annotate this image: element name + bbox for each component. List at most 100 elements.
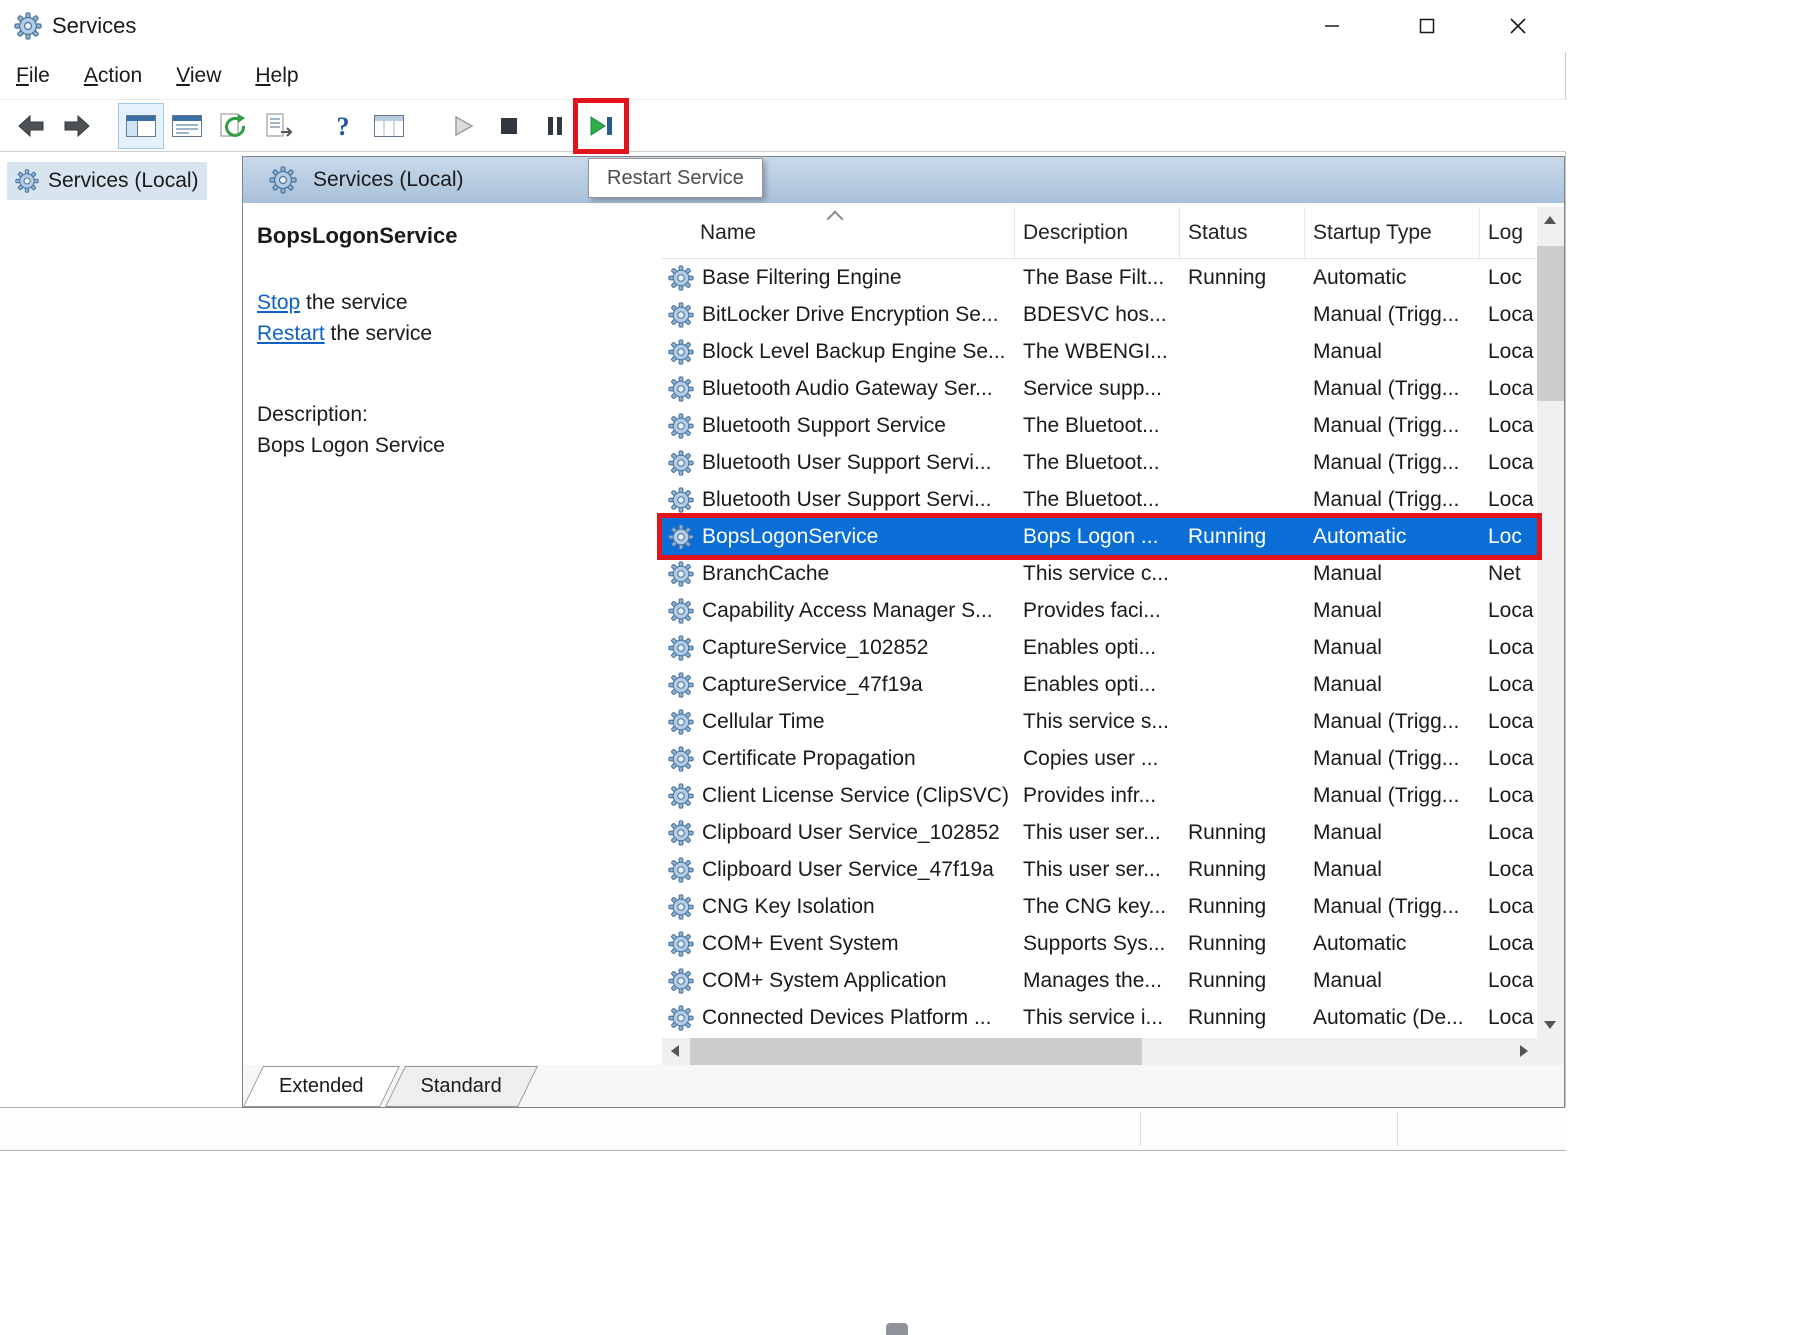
scroll-right-arrow-icon[interactable] (1510, 1038, 1537, 1065)
service-status: Running (1180, 888, 1305, 925)
service-startup-type: Manual (Trigg... (1305, 740, 1480, 777)
service-status (1180, 333, 1305, 370)
service-description: The CNG key... (1015, 888, 1180, 925)
service-startup-type: Manual (Trigg... (1305, 777, 1480, 814)
service-description: This service s... (1015, 703, 1180, 740)
service-row[interactable]: Bluetooth Audio Gateway Ser... Service s… (662, 370, 1537, 407)
service-row[interactable]: Clipboard User Service_47f19a This user … (662, 851, 1537, 888)
service-row[interactable]: COM+ Event System Supports Sys... Runnin… (662, 925, 1537, 962)
scroll-down-arrow-icon[interactable] (1537, 1011, 1564, 1038)
service-logon-as: Loca (1480, 592, 1537, 629)
view-tabs: Extended Standard (243, 1065, 1564, 1107)
column-header[interactable]: Description (1015, 207, 1180, 258)
view-menu-button[interactable] (366, 103, 412, 149)
service-row[interactable]: COM+ System Application Manages the... R… (662, 962, 1537, 999)
service-row[interactable]: CaptureService_47f19a Enables opti... Ma… (662, 666, 1537, 703)
service-logon-as: Loca (1480, 296, 1537, 333)
menu-item[interactable]: Help (255, 64, 298, 88)
column-header[interactable]: Log (1480, 207, 1537, 258)
service-row[interactable]: Certificate Propagation Copies user ... … (662, 740, 1537, 777)
restart-link-suffix: the service (325, 322, 432, 345)
service-row[interactable]: CaptureService_102852 Enables opti... Ma… (662, 629, 1537, 666)
service-description: Manages the... (1015, 962, 1180, 999)
view-tab[interactable]: Extended (253, 1065, 390, 1107)
window-title: Services (52, 13, 136, 39)
menu-item[interactable]: View (176, 64, 221, 88)
scroll-up-arrow-icon[interactable] (1537, 207, 1564, 234)
service-row[interactable]: Bluetooth Support Service The Bluetoot..… (662, 407, 1537, 444)
menu-item[interactable]: File (16, 64, 50, 88)
horizontal-scroll-thumb[interactable] (690, 1038, 1142, 1065)
service-status (1180, 555, 1305, 592)
service-status: Running (1180, 962, 1305, 999)
service-name-cell: Bluetooth User Support Servi... (662, 444, 1015, 481)
close-button[interactable] (1495, 0, 1541, 52)
service-status: Running (1180, 999, 1305, 1036)
restart-service-link[interactable]: Restart (257, 322, 325, 345)
desktop: Services File Action View Help (0, 0, 1809, 1335)
service-name: Cellular Time (702, 710, 825, 734)
vertical-scroll-thumb[interactable] (1537, 246, 1564, 401)
service-row[interactable]: Base Filtering Engine The Base Filt... R… (662, 259, 1537, 296)
back-button[interactable] (8, 103, 54, 149)
refresh-icon (218, 112, 248, 140)
service-startup-type: Manual (Trigg... (1305, 481, 1480, 518)
scroll-left-arrow-icon[interactable] (662, 1038, 689, 1065)
service-gear-icon (668, 746, 694, 772)
service-row[interactable]: Capability Access Manager S... Provides … (662, 592, 1537, 629)
view-header-band: Services (Local) (243, 157, 1564, 203)
properties-button[interactable] (164, 103, 210, 149)
service-startup-type: Automatic (De... (1305, 999, 1480, 1036)
column-header[interactable]: Status (1180, 207, 1305, 258)
refresh-button[interactable] (210, 103, 256, 149)
service-description: Copies user ... (1015, 740, 1180, 777)
service-status (1180, 444, 1305, 481)
export-list-button[interactable] (256, 103, 302, 149)
service-description: This user ser... (1015, 814, 1180, 851)
restart-service-button[interactable] (578, 103, 624, 149)
service-row[interactable]: Block Level Backup Engine Se... The WBEN… (662, 333, 1537, 370)
restart-service-line: Restart the service (257, 318, 432, 349)
service-startup-type: Manual (Trigg... (1305, 370, 1480, 407)
help-button[interactable]: ? (320, 103, 366, 149)
pause-icon (542, 113, 568, 139)
service-row[interactable]: CNG Key Isolation The CNG key... Running… (662, 888, 1537, 925)
service-row[interactable]: Client License Service (ClipSVC) Provide… (662, 777, 1537, 814)
vertical-scrollbar[interactable] (1537, 207, 1564, 1038)
minimize-button[interactable] (1309, 0, 1355, 52)
column-header-label: Status (1188, 221, 1248, 245)
service-name: Block Level Backup Engine Se... (702, 340, 1006, 364)
service-logon-as: Loca (1480, 666, 1537, 703)
column-header[interactable]: Startup Type (1305, 207, 1480, 258)
service-name-cell: Cellular Time (662, 703, 1015, 740)
stop-service-link[interactable]: Stop (257, 291, 300, 314)
stop-link-suffix: the service (300, 291, 407, 314)
service-row[interactable]: BranchCache This service c... Manual Net (662, 555, 1537, 592)
service-gear-icon (668, 820, 694, 846)
service-row[interactable]: BitLocker Drive Encryption Se... BDESVC … (662, 296, 1537, 333)
menu-item[interactable]: Action (84, 64, 142, 88)
service-row[interactable]: Bluetooth User Support Servi... The Blue… (662, 444, 1537, 481)
service-gear-icon (668, 339, 694, 365)
service-startup-type: Manual (1305, 333, 1480, 370)
service-row[interactable]: Clipboard User Service_102852 This user … (662, 814, 1537, 851)
service-row[interactable]: Bluetooth User Support Servi... The Blue… (662, 481, 1537, 518)
service-row[interactable]: Cellular Time This service s... Manual (… (662, 703, 1537, 740)
horizontal-scrollbar[interactable] (662, 1038, 1537, 1065)
pause-service-button[interactable] (532, 103, 578, 149)
service-name: CNG Key Isolation (702, 895, 875, 919)
service-name-cell: CaptureService_102852 (662, 629, 1015, 666)
show-console-tree-button[interactable] (118, 103, 164, 149)
view-tab[interactable]: Standard (395, 1065, 528, 1107)
maximize-button[interactable] (1404, 0, 1450, 52)
service-row[interactable]: BopsLogonService Bops Logon ... Running … (662, 518, 1537, 555)
service-logon-as: Loca (1480, 703, 1537, 740)
service-description: BDESVC hos... (1015, 296, 1180, 333)
service-description: Service supp... (1015, 370, 1180, 407)
forward-button[interactable] (54, 103, 100, 149)
service-description: Supports Sys... (1015, 925, 1180, 962)
start-service-button[interactable] (440, 103, 486, 149)
service-row[interactable]: Connected Devices Platform ... This serv… (662, 999, 1537, 1036)
tree-item-services-local[interactable]: Services (Local) (7, 162, 207, 200)
stop-service-button[interactable] (486, 103, 532, 149)
